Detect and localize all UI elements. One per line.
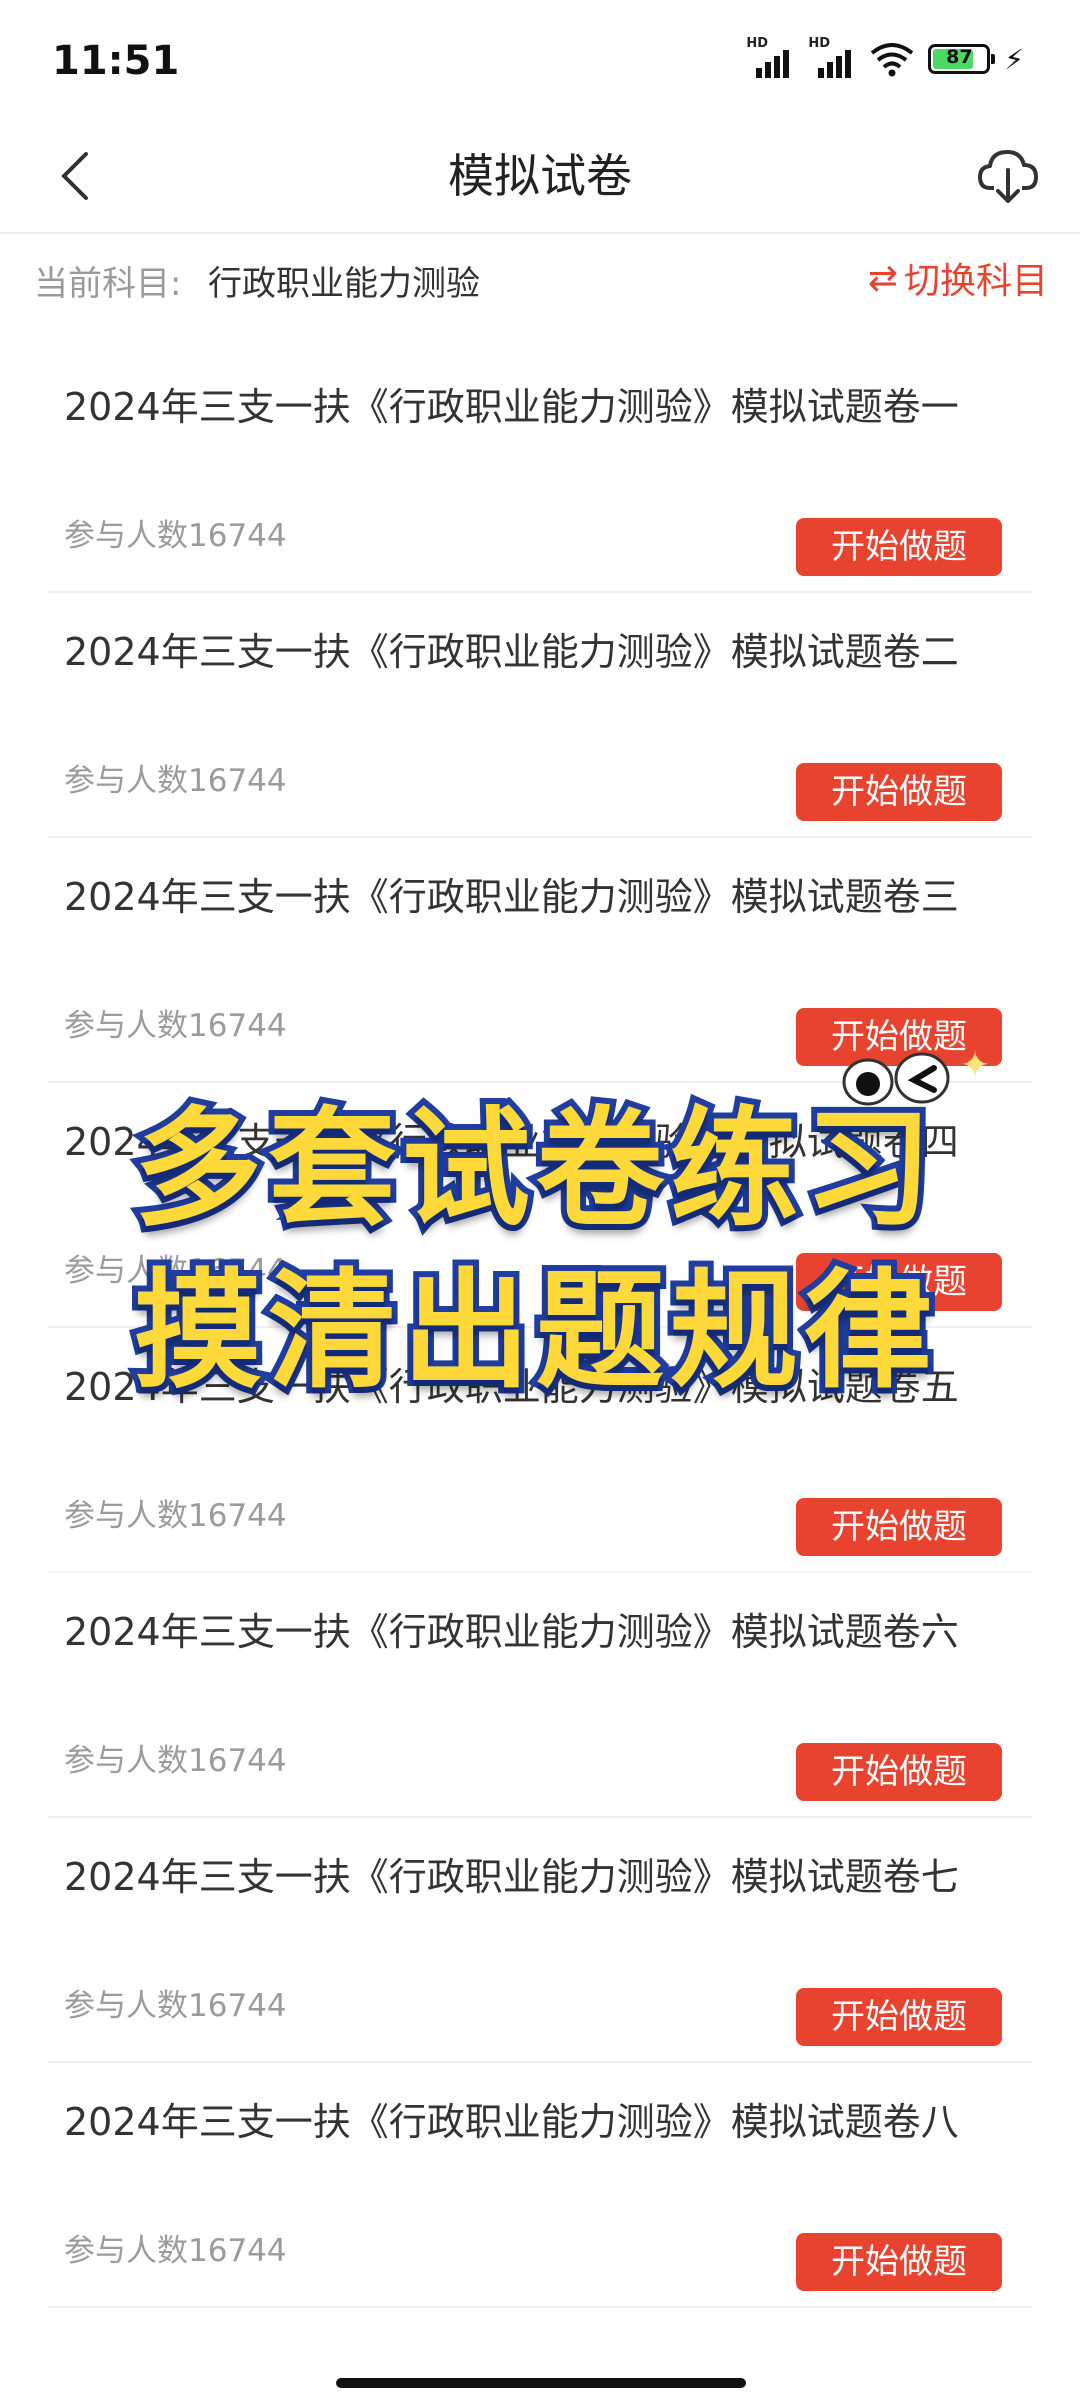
wifi-icon (871, 43, 914, 77)
switch-subject-button[interactable]: ⇄ 切换科目 (868, 252, 1048, 304)
list-item[interactable]: 2024年三支一扶《行政职业能力测验》模拟试题卷七 参与人数16744 开始做题 (48, 1818, 1032, 2063)
participant-count: 参与人数16744 (64, 1988, 287, 2024)
participant-count: 参与人数16744 (64, 1498, 287, 1534)
list-item[interactable]: 2024年三支一扶《行政职业能力测验》模拟试题卷三 参与人数16744 开始做题 (48, 838, 1032, 1083)
start-button[interactable]: 开始做题 (796, 1498, 1002, 1556)
cloud-download-icon (978, 150, 1038, 203)
home-indicator[interactable] (336, 2378, 746, 2388)
list-item[interactable]: 2024年三支一扶《行政职业能力测验》模拟试题卷八 参与人数16744 开始做题 (48, 2063, 1032, 2308)
start-button[interactable]: 开始做题 (796, 2233, 1002, 2291)
paper-title: 2024年三支一扶《行政职业能力测验》模拟试题卷一 (64, 385, 959, 429)
start-button[interactable]: 开始做题 (796, 518, 1002, 576)
participant-count: 参与人数16744 (64, 1008, 287, 1044)
paper-title: 2024年三支一扶《行政职业能力测验》模拟试题卷二 (64, 630, 959, 674)
paper-title: 2024年三支一扶《行政职业能力测验》模拟试题卷六 (64, 1610, 959, 1654)
paper-title: 2024年三支一扶《行政职业能力测验》模拟试题卷八 (64, 2100, 959, 2144)
start-button[interactable]: 开始做题 (796, 763, 1002, 821)
paper-title: 2024年三支一扶《行政职业能力测验》模拟试题卷三 (64, 875, 959, 919)
switch-subject-label: 切换科目 (903, 261, 1048, 302)
list-item[interactable]: 2024年三支一扶《行政职业能力测验》模拟试题卷二 参与人数16744 开始做题 (48, 593, 1032, 838)
start-button[interactable]: 开始做题 (796, 1743, 1002, 1801)
charging-icon: ⚡ (1004, 42, 1024, 76)
participant-count: 参与人数16744 (64, 763, 287, 799)
list-item[interactable]: 2024年三支一扶《行政职业能力测验》模拟试题卷一 参与人数16744 开始做题 (48, 348, 1032, 593)
subject-bar: 当前科目: 行政职业能力测验 ⇄ 切换科目 (0, 234, 1080, 326)
participant-count: 参与人数16744 (64, 518, 287, 554)
participant-count: 参与人数16744 (64, 2233, 287, 2269)
eyes-sticker-icon (842, 1052, 950, 1106)
start-button[interactable]: 开始做题 (796, 1988, 1002, 2046)
nav-bar: 模拟试卷 (0, 120, 1080, 234)
signal-icon: HD (746, 36, 794, 78)
subject-label: 当前科目: (34, 264, 182, 304)
battery-icon: 87 (928, 44, 996, 74)
paper-title: 2024年三支一扶《行政职业能力测验》模拟试题卷七 (64, 1855, 959, 1899)
promo-banner: 多套试卷练习 摸清出题规律 (46, 1065, 1026, 1412)
sparkle-icon: ✦ (960, 1045, 991, 1086)
status-bar: 11:51 HD HD 87 ⚡ (0, 0, 1080, 120)
status-time: 11:51 (52, 38, 180, 84)
swap-icon: ⇄ (867, 257, 898, 299)
page-title: 模拟试卷 (448, 149, 632, 203)
list-item[interactable]: 2024年三支一扶《行政职业能力测验》模拟试题卷六 参与人数16744 开始做题 (48, 1573, 1032, 1818)
participant-count: 参与人数16744 (64, 1743, 287, 1779)
signal-icon: HD (808, 36, 856, 78)
promo-line-2: 摸清出题规律 (128, 1251, 938, 1412)
battery-level: 87 (946, 46, 973, 68)
download-button[interactable] (970, 138, 1046, 214)
status-icons: HD HD 87 ⚡ (746, 36, 1024, 78)
subject-value: 行政职业能力测验 (208, 264, 480, 304)
